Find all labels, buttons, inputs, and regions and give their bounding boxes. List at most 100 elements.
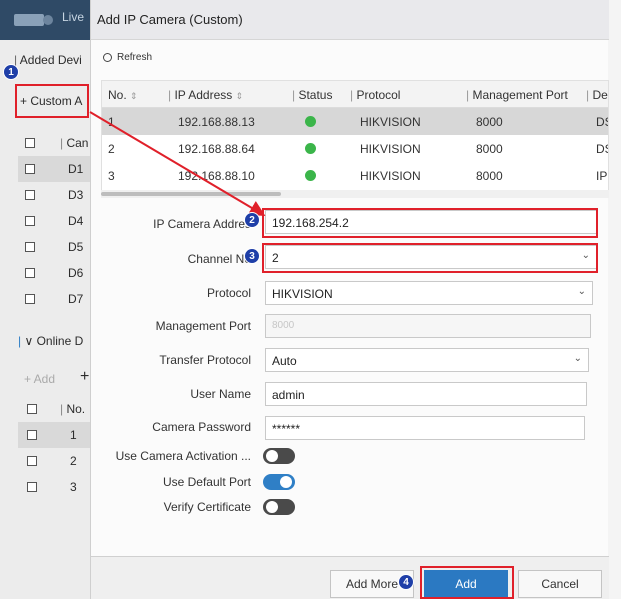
- cell-ip-address: 192.168.88.10: [178, 169, 255, 183]
- cancel-button[interactable]: Cancel: [518, 570, 602, 598]
- refresh-button[interactable]: Refresh: [103, 52, 152, 63]
- row-checkbox[interactable]: [25, 216, 35, 226]
- online-device-row[interactable]: 2: [18, 448, 100, 474]
- camera-password-input[interactable]: ******: [265, 416, 585, 440]
- added-devices-tab[interactable]: | Added Devi: [14, 53, 82, 67]
- step-badge-2: 2: [244, 212, 260, 228]
- row-checkbox[interactable]: [25, 164, 35, 174]
- dialog-header: Add IP Camera (Custom): [91, 0, 609, 40]
- chevron-down-icon: ⌄: [581, 250, 590, 261]
- row-checkbox[interactable]: [25, 268, 35, 278]
- cell-protocol: HIKVISION: [360, 115, 421, 129]
- channel-no-label: Channel No: [187, 252, 251, 266]
- cell-management-port: 8000: [476, 142, 503, 156]
- online-device-row[interactable]: 3: [18, 474, 100, 500]
- cell-management-port: 8000: [476, 169, 503, 183]
- device-row[interactable]: D7: [18, 286, 100, 312]
- cell-no: 3: [108, 169, 115, 183]
- channel-no-select[interactable]: 2 ⌄: [265, 245, 597, 269]
- online-devices-section[interactable]: | ∨ Online D: [18, 334, 83, 348]
- select-all-checkbox[interactable]: [25, 138, 35, 148]
- status-ok-icon: [305, 116, 316, 127]
- row-number: 3: [70, 480, 77, 494]
- live-tab[interactable]: Live: [62, 10, 84, 24]
- chevron-down-icon: ⌄: [577, 286, 586, 297]
- cell-management-port: 8000: [476, 115, 503, 129]
- row-checkbox[interactable]: [27, 430, 37, 440]
- header-management-port[interactable]: | Management Port: [466, 88, 568, 102]
- use-camera-activation-toggle[interactable]: [263, 448, 295, 464]
- cell-ip-address: 192.168.88.13: [178, 115, 255, 129]
- row-checkbox[interactable]: [27, 482, 37, 492]
- row-name: D7: [68, 292, 84, 306]
- custom-add-button[interactable]: + Custom A: [20, 94, 82, 108]
- status-ok-icon: [305, 170, 316, 181]
- protocol-label: Protocol: [206, 286, 251, 300]
- protocol-select[interactable]: HIKVISION ⌄: [265, 281, 593, 305]
- chevron-down-icon: ⌄: [573, 353, 582, 364]
- table-row[interactable]: 2 192.168.88.64 HIKVISION 8000 DS: [102, 135, 608, 162]
- screen-photo: Live | Added Devi + Custom A | Can D1 D3 D…: [0, 0, 621, 599]
- cell-protocol: HIKVISION: [360, 169, 421, 183]
- header-no[interactable]: No. ⇕: [108, 88, 138, 102]
- ip-address-label: IP Camera Addres: [153, 217, 251, 231]
- header-protocol[interactable]: | Protocol: [350, 88, 400, 102]
- device-row[interactable]: D1: [18, 156, 100, 182]
- cell-device: DS: [596, 115, 608, 129]
- use-camera-activation-label: Use Camera Activation ...: [115, 449, 251, 463]
- transfer-protocol-select[interactable]: Auto ⌄: [265, 348, 589, 372]
- row-name: D1: [68, 162, 84, 176]
- cell-device: DS: [596, 142, 608, 156]
- device-row[interactable]: D6: [18, 260, 100, 286]
- header-status[interactable]: | Status: [292, 88, 332, 102]
- row-number: 1: [70, 428, 77, 442]
- online-device-row[interactable]: 1: [18, 422, 100, 448]
- cell-ip-address: 192.168.88.64: [178, 142, 255, 156]
- step-badge-1: 1: [3, 64, 19, 80]
- device-row[interactable]: D5: [18, 234, 100, 260]
- user-name-label: User Name: [190, 387, 251, 401]
- table-row[interactable]: 3 192.168.88.10 HIKVISION 8000 IP: [102, 162, 608, 189]
- refresh-icon: [103, 53, 112, 62]
- transfer-protocol-label: Transfer Protocol: [159, 353, 251, 367]
- row-checkbox[interactable]: [27, 456, 37, 466]
- row-checkbox[interactable]: [25, 294, 35, 304]
- management-port-label: Management Port: [155, 319, 251, 333]
- row-checkbox[interactable]: [25, 242, 35, 252]
- step-badge-4: 4: [398, 574, 414, 590]
- ip-address-input[interactable]: 192.168.254.2: [265, 210, 597, 234]
- header-ip-address[interactable]: | IP Address ⇕: [168, 88, 243, 102]
- horizontal-scrollbar[interactable]: [101, 192, 281, 196]
- step-badge-3: 3: [244, 248, 260, 264]
- cell-no: 2: [108, 142, 115, 156]
- cell-protocol: HIKVISION: [360, 142, 421, 156]
- verify-certificate-label: Verify Certificate: [163, 500, 251, 514]
- add-button[interactable]: Add: [424, 570, 508, 598]
- add-button[interactable]: + Add: [24, 372, 55, 386]
- camera-password-label: Camera Password: [152, 420, 251, 434]
- cell-no: 1: [108, 115, 115, 129]
- table-row[interactable]: 1 192.168.88.13 HIKVISION 8000 DS: [102, 108, 608, 135]
- user-name-input[interactable]: admin: [265, 382, 587, 406]
- status-ok-icon: [305, 143, 316, 154]
- add-ip-camera-dialog: Add IP Camera (Custom) Refresh No. ⇕ | I…: [90, 0, 609, 599]
- row-name: D4: [68, 214, 84, 228]
- cell-device: IP: [596, 169, 608, 183]
- row-name: D6: [68, 266, 84, 280]
- dialog-title: Add IP Camera (Custom): [97, 12, 243, 27]
- plus-icon[interactable]: +: [80, 368, 89, 386]
- device-row[interactable]: D4: [18, 208, 100, 234]
- table-header: No. ⇕ | IP Address ⇕ | Status | Protocol…: [102, 81, 608, 108]
- management-port-input: 8000: [265, 314, 591, 338]
- device-table: No. ⇕ | IP Address ⇕ | Status | Protocol…: [101, 80, 609, 192]
- device-row[interactable]: D3: [18, 182, 100, 208]
- row-checkbox[interactable]: [25, 190, 35, 200]
- use-default-port-toggle[interactable]: [263, 474, 295, 490]
- select-all-checkbox[interactable]: [27, 404, 37, 414]
- verify-certificate-toggle[interactable]: [263, 499, 295, 515]
- camera-logo-icon: [14, 14, 53, 26]
- table-header: | Can: [18, 130, 100, 156]
- header-device[interactable]: | De: [586, 88, 608, 102]
- row-number: 2: [70, 454, 77, 468]
- online-table-header: | No.: [18, 396, 100, 422]
